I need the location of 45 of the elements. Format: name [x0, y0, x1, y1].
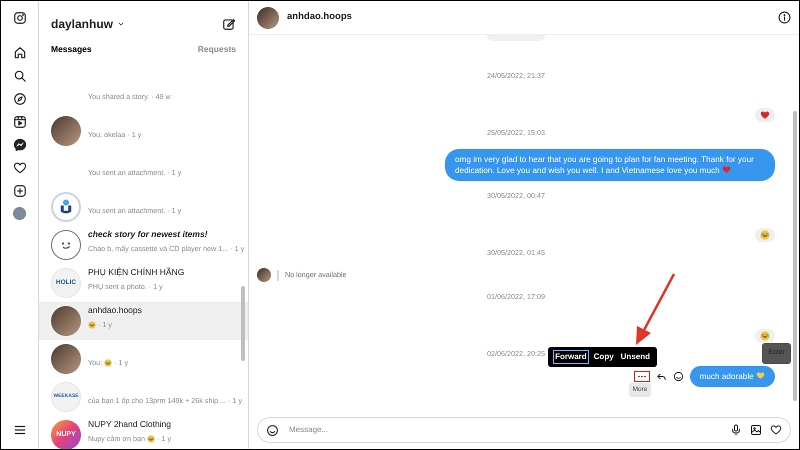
message-bubble: much adorable: [690, 366, 775, 387]
contact-name: check story for newest items!: [88, 228, 209, 241]
contact-name: NUPY 2hand Clothing: [88, 418, 172, 431]
more-button[interactable]: [634, 370, 650, 382]
emoji-icon: [760, 331, 770, 342]
image-icon[interactable]: [750, 424, 762, 436]
message-bar[interactable]: Message...: [257, 417, 791, 443]
avatar-photo: [257, 268, 271, 282]
avatar-photo: [51, 116, 81, 146]
menu-icon[interactable]: [12, 423, 26, 437]
avatar-photo: [51, 344, 81, 374]
home-icon[interactable]: [12, 46, 26, 60]
heart-emoji-icon: [760, 110, 770, 120]
chevron-down-icon[interactable]: [117, 20, 126, 28]
info-icon[interactable]: [778, 11, 791, 24]
plus-icon[interactable]: [12, 184, 26, 198]
reply-icon[interactable]: [656, 370, 667, 382]
ellipsis-icon: [638, 374, 646, 378]
heart-icon[interactable]: [12, 161, 26, 175]
menu-item[interactable]: Unsend: [618, 350, 652, 364]
microphone-icon[interactable]: [730, 424, 742, 436]
messenger-icon[interactable]: [12, 138, 26, 152]
video-play-icon[interactable]: [12, 115, 26, 129]
smiley-icon[interactable]: [266, 424, 279, 436]
account-name[interactable]: daylanhuw: [51, 15, 114, 33]
contact-name: anhdao.hoops: [88, 304, 142, 317]
smiley-avatar: [51, 230, 81, 260]
avatar-photo: [257, 6, 279, 28]
avatar-photo: [51, 306, 81, 336]
chat-title: anhdao.hoops: [287, 10, 352, 24]
instagram-icon[interactable]: [12, 11, 26, 25]
tab[interactable]: Messages: [51, 43, 92, 56]
contact-name: PHỤ KIỆN CHÍNH HÃNG: [88, 266, 184, 279]
menu-item[interactable]: Copy: [592, 350, 616, 364]
smiley-icon[interactable]: [672, 370, 684, 382]
message-bubble: omg im very glad to hear that you are going to plan for fan meeting. Thank for your dedication. Love you and wish you well. I and Vietnamese love you much: [445, 148, 775, 181]
emoji-icon: [760, 230, 770, 240]
compose-icon[interactable]: [222, 17, 236, 31]
logo-avatar: [51, 192, 81, 222]
message-field[interactable]: Message...: [287, 423, 722, 437]
profile-avatar[interactable]: [13, 207, 26, 220]
heart-icon[interactable]: [770, 424, 782, 436]
search-icon[interactable]: [12, 69, 26, 83]
menu-item[interactable]: Forward: [553, 350, 589, 364]
compass-icon[interactable]: [12, 92, 26, 106]
